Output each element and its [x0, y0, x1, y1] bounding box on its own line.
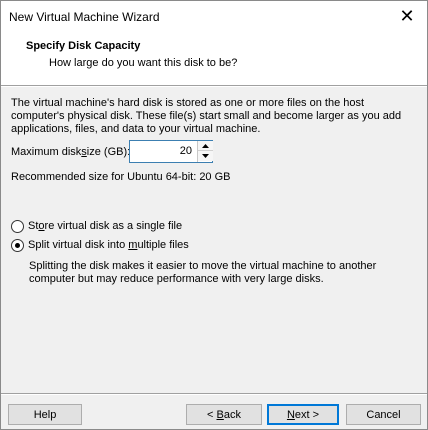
- disk-size-label-part: Maximum disk: [11, 146, 82, 158]
- wizard-window: New Virtual Machine Wizard ✕ Specify Dis…: [0, 0, 428, 430]
- back-button[interactable]: < Back: [186, 404, 262, 425]
- recommended-size: Recommended size for Ubuntu 64-bit: 20 G…: [11, 171, 231, 183]
- back-label-accel: B: [216, 408, 224, 421]
- back-label-part: ack: [223, 408, 241, 421]
- disk-size-label: Maximum disk s ize (GB):: [11, 141, 130, 163]
- radio-multiple-files-label[interactable]: Split virtual disk into multiple files: [28, 239, 189, 251]
- wizard-header: Specify Disk Capacity How large do you w…: [1, 31, 427, 85]
- radio-single-file-circle[interactable]: [11, 219, 24, 233]
- stepper-down-button[interactable]: [198, 151, 213, 161]
- split-description: Splitting the disk makes it easier to mo…: [29, 260, 377, 285]
- header-divider: [1, 85, 427, 87]
- label-part: Split virtual disk into: [28, 239, 129, 251]
- page-title: Specify Disk Capacity: [26, 40, 141, 52]
- chevron-down-icon: [202, 154, 209, 158]
- radio-multiple-files-circle[interactable]: [11, 238, 24, 252]
- page-subtitle: How large do you want this disk to be?: [49, 57, 238, 69]
- label-part: re virtual disk as a single file: [44, 220, 183, 232]
- help-button[interactable]: Help: [8, 404, 82, 425]
- radio-multiple-files[interactable]: Split virtual disk into multiple files: [11, 237, 189, 253]
- disk-size-label-part: ize (GB):: [86, 146, 131, 158]
- stepper-up-button[interactable]: [198, 141, 213, 151]
- next-label-accel: N: [286, 408, 295, 421]
- radio-single-file[interactable]: Store virtual disk as a single file: [11, 218, 182, 234]
- disk-description: The virtual machine's hard disk is store…: [11, 97, 402, 135]
- label-part: ultiple files: [137, 239, 189, 251]
- cancel-button[interactable]: Cancel: [346, 404, 421, 425]
- close-icon[interactable]: ✕: [387, 1, 427, 31]
- window-title: New Virtual Machine Wizard: [9, 10, 160, 24]
- stepper-buttons: [197, 141, 213, 162]
- disk-size-stepper[interactable]: 20: [129, 140, 213, 163]
- back-label-part: <: [207, 408, 217, 421]
- chevron-up-icon: [202, 143, 209, 148]
- label-part: St: [28, 220, 39, 232]
- disk-size-input[interactable]: 20: [180, 145, 192, 157]
- next-label-part: ext >: [294, 408, 320, 421]
- next-button[interactable]: Next >: [267, 404, 339, 425]
- radio-single-file-label[interactable]: Store virtual disk as a single file: [28, 220, 182, 232]
- title-bar[interactable]: New Virtual Machine Wizard ✕: [1, 1, 427, 31]
- footer-divider: [1, 393, 427, 395]
